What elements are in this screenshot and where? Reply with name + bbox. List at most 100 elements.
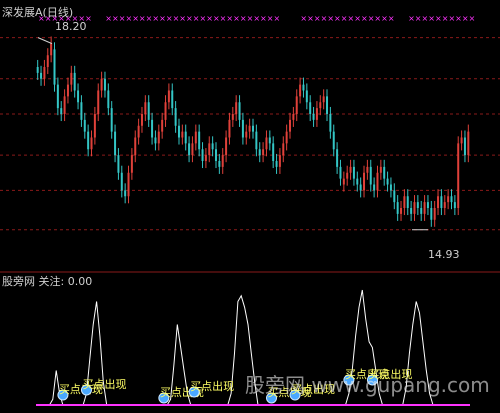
candle-body	[134, 137, 137, 156]
candle-body	[191, 143, 194, 156]
candle-body	[309, 102, 312, 114]
x-marker: ×	[274, 14, 281, 23]
candle-body	[184, 131, 187, 144]
x-marker: ×	[381, 14, 388, 23]
candle-body	[413, 202, 416, 214]
candle-body	[177, 125, 180, 138]
candle-body	[144, 102, 147, 114]
high-price-label: 18.20	[55, 20, 87, 33]
x-marker: ×	[193, 14, 200, 23]
candle-body	[46, 55, 49, 67]
x-marker: ×	[159, 14, 166, 23]
candle-body	[151, 119, 154, 138]
candle-body	[204, 155, 207, 161]
x-marker: ×	[213, 14, 220, 23]
candle-body	[198, 131, 201, 150]
candle-body	[154, 137, 157, 144]
x-marker: ×	[260, 14, 267, 23]
candle-body	[225, 137, 228, 156]
candle-body	[342, 178, 345, 185]
candle-body	[312, 114, 315, 120]
candle-body	[440, 196, 443, 208]
candle-body	[366, 166, 369, 173]
candle-body	[352, 166, 355, 179]
candle-body	[100, 78, 103, 91]
candle-body	[292, 114, 295, 120]
candle-body	[453, 202, 456, 208]
candle-body	[70, 72, 73, 85]
indicator-title: 股旁网 关注: 0.00	[2, 274, 92, 288]
candle-body	[322, 96, 325, 103]
candle-body	[241, 119, 244, 138]
x-marker: ×	[354, 14, 361, 23]
x-marker: ×	[415, 14, 422, 23]
candle-body	[56, 84, 59, 109]
candle-body	[231, 114, 234, 120]
candle-body	[174, 108, 177, 126]
candle-body	[120, 172, 123, 191]
candle-body	[83, 119, 86, 132]
candle-body	[389, 184, 392, 191]
candle-body	[90, 137, 93, 150]
candle-body	[275, 161, 278, 167]
candle-body	[379, 166, 382, 173]
candle-body	[171, 90, 174, 109]
candle-body	[400, 208, 403, 214]
candle-body	[164, 102, 167, 120]
x-marker: ×	[139, 14, 146, 23]
chart-title: 深发展A(日线)	[2, 5, 73, 19]
x-marker: ×	[422, 14, 429, 23]
candle-body	[73, 72, 76, 91]
candle-body	[124, 190, 127, 197]
x-marker: ×	[179, 14, 186, 23]
candle-body	[336, 149, 339, 167]
candle-body	[332, 131, 335, 150]
candle-body	[302, 84, 305, 91]
candle-body	[238, 102, 241, 120]
x-marker: ×	[374, 14, 381, 23]
low-price-label: 14.93	[428, 248, 460, 261]
candle-body	[262, 149, 265, 156]
x-marker: ×	[132, 14, 139, 23]
candle-body	[346, 172, 349, 179]
signal-label: 买点出现	[82, 377, 126, 391]
x-marker: ×	[428, 14, 435, 23]
candle-body	[363, 172, 366, 191]
candle-body	[467, 131, 470, 156]
candle-body	[289, 119, 292, 132]
candle-body	[93, 114, 96, 138]
signal-label: 买点出现	[190, 379, 234, 393]
candle-body	[110, 108, 113, 132]
candle-body	[443, 202, 446, 208]
candle-body	[36, 67, 39, 73]
x-marker: ×	[469, 14, 476, 23]
x-marker: ×	[166, 14, 173, 23]
candle-body	[117, 155, 120, 173]
x-marker: ×	[112, 14, 119, 23]
x-marker: ×	[341, 14, 348, 23]
x-marker: ×	[327, 14, 334, 23]
top-x-markers: × × × × × × × × × × × × × × × × × × × × × × × × × × × × × × × × × × × × × × × ×…	[38, 14, 475, 23]
candle-body	[235, 102, 238, 114]
x-marker: ×	[300, 14, 307, 23]
candle-body	[450, 196, 453, 203]
candle-body	[258, 149, 261, 156]
candle-body	[369, 166, 372, 185]
candle-body	[194, 131, 197, 144]
candle-body	[221, 155, 224, 167]
candle-body	[97, 90, 100, 114]
candle-body	[107, 90, 110, 109]
candle-body	[315, 108, 318, 120]
x-marker: ×	[334, 14, 341, 23]
x-marker: ×	[435, 14, 442, 23]
candle-body	[161, 119, 164, 132]
candle-body	[201, 149, 204, 161]
candle-body	[396, 202, 399, 214]
x-marker: ×	[348, 14, 355, 23]
candle-body	[406, 196, 409, 208]
x-marker: ×	[173, 14, 180, 23]
candle-body	[373, 184, 376, 191]
candle-body	[383, 166, 386, 179]
candle-body	[181, 131, 184, 138]
x-marker: ×	[368, 14, 375, 23]
